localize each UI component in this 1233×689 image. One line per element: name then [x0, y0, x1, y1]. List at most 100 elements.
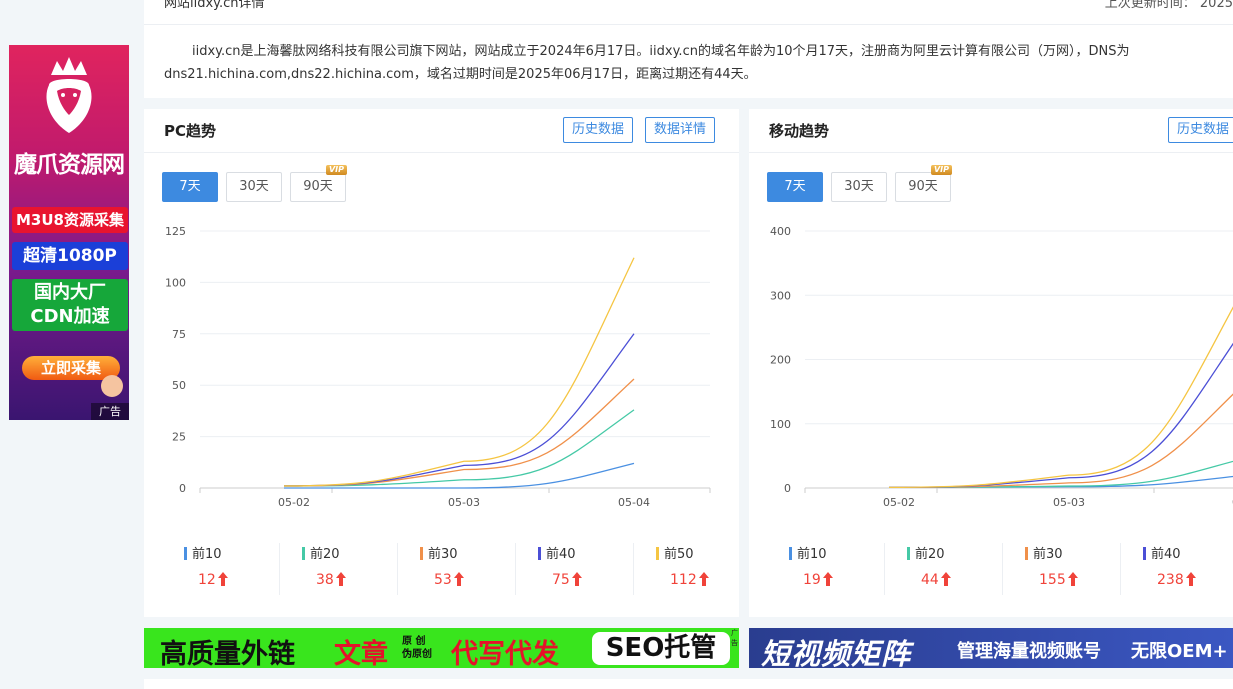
lion-crown-logo-icon [46, 57, 92, 133]
legend-color-bar [538, 547, 541, 560]
ad-cdn-label: 国内大厂 CDN加速 [12, 279, 128, 331]
legend-separator [279, 543, 280, 595]
legend-value-text: 155 [1039, 572, 1066, 588]
video-matrix-banner-ad[interactable]: 短视频矩阵 管理海量视频账号 无限OEM+ [749, 628, 1233, 668]
legend-separator [1120, 543, 1121, 595]
y-tick-label: 125 [165, 225, 186, 238]
mobile-history-button[interactable]: 历史数据 [1168, 117, 1233, 143]
mobile-range-90d-label: 90天 [908, 179, 938, 194]
trend-up-arrow-icon [698, 572, 709, 586]
banner-oem-text: 无限OEM+ [1131, 641, 1228, 662]
legend-name-text: 前40 [546, 547, 576, 562]
legend-value-text: 238 [1157, 572, 1184, 588]
banner-manage-accounts-text: 管理海量视频账号 [957, 641, 1101, 662]
info-divider [144, 24, 1233, 25]
legend-item: 前10 12 [184, 539, 301, 601]
banner-original-top: 原 创 [402, 636, 426, 647]
banner-seo-text: SEO托管 [592, 632, 730, 665]
legend-item: 前30 53 [420, 539, 537, 601]
pc-detail-button[interactable]: 数据详情 [645, 117, 716, 143]
legend-color-bar [656, 547, 659, 560]
y-tick-label: 200 [770, 354, 791, 367]
site-info-panel: 网站iidxy.cn详情 上次更新时间： 2025 iidxy.cn是上海馨肽网… [144, 0, 1233, 98]
banner-article-text: 文章 [334, 639, 388, 668]
y-tick-label: 400 [770, 225, 791, 238]
pc-legend: 前10 12 前20 38 前30 53 前40 75 前50 112 [144, 539, 739, 601]
legend-separator [633, 543, 634, 595]
legend-value-text: 44 [921, 572, 939, 588]
legend-value-text: 75 [552, 572, 570, 588]
mobile-range-30d-tab[interactable]: 30天 [831, 172, 887, 202]
legend-name: 前10 [789, 543, 827, 562]
mobile-range-90d-tab[interactable]: 90天 VIP [895, 165, 952, 202]
left-advertisement[interactable]: 魔爪资源网 M3U8资源采集 超清1080P 国内大厂 CDN加速 立即采集 广… [9, 45, 129, 420]
trend-up-arrow-icon [1185, 572, 1196, 586]
trend-up-arrow-icon [453, 572, 464, 586]
legend-name: 前20 [302, 543, 340, 562]
trend-up-arrow-icon [571, 572, 582, 586]
series-line-前50 [283, 257, 635, 487]
banner-ad-tag: 广告 [731, 629, 738, 647]
site-description: iidxy.cn是上海馨肽网络科技有限公司旗下网站，网站成立于2024年6月17… [164, 44, 1130, 82]
last-update: 上次更新时间： 2025 [1105, 0, 1233, 11]
trend-up-arrow-icon [940, 572, 951, 586]
series-line-前40 [888, 342, 1233, 489]
seo-banner-ad[interactable]: 高质量外链 文章 原 创 伪原创 代写代发 SEO托管 广告 [144, 628, 739, 668]
legend-color-bar [789, 547, 792, 560]
ad-cdn-line1: 国内大厂 [34, 282, 106, 303]
vip-badge: VIP [325, 165, 347, 175]
y-tick-label: 100 [770, 418, 791, 431]
x-tick-label: 05-04 [618, 496, 650, 509]
x-tick-label: 05-03 [1053, 496, 1085, 509]
legend-item: 前40 238 [1143, 539, 1233, 601]
next-section [144, 679, 1233, 689]
legend-color-bar [1143, 547, 1146, 560]
legend-color-bar [1025, 547, 1028, 560]
legend-separator [515, 543, 516, 595]
ad-brand-name: 魔爪资源网 [14, 151, 125, 178]
y-tick-label: 100 [165, 276, 186, 289]
series-line-前30 [283, 378, 635, 487]
legend-name: 前40 [538, 543, 576, 562]
banner-backlinks-text: 高质量外链 [160, 639, 295, 668]
legend-name: 前10 [184, 543, 222, 562]
mobile-range-7d-tab[interactable]: 7天 [767, 172, 823, 202]
legend-value: 112 [670, 572, 709, 588]
legend-value: 75 [552, 572, 582, 588]
pc-range-7d-tab[interactable]: 7天 [162, 172, 218, 202]
pc-trend-panel: PC趋势 历史数据 数据详情 7天 30天 90天 VIP 0 25 50 75 100… [144, 109, 739, 617]
pc-range-30d-tab[interactable]: 30天 [226, 172, 282, 202]
last-update-label: 上次更新时间： [1104, 0, 1196, 11]
legend-item: 前10 19 [789, 539, 906, 601]
legend-value-text: 19 [803, 572, 821, 588]
site-info-heading: 网站iidxy.cn详情 [164, 0, 265, 11]
legend-item: 前50 112 [656, 539, 739, 601]
legend-separator [884, 543, 885, 595]
ad-hd-label: 超清1080P [12, 242, 128, 270]
legend-value-text: 12 [198, 572, 216, 588]
x-tick-label: 05-03 [448, 496, 480, 509]
banner-ghostwrite-text: 代写代发 [451, 639, 559, 668]
legend-separator [1002, 543, 1003, 595]
legend-item: 前20 38 [302, 539, 419, 601]
legend-color-bar [302, 547, 305, 560]
legend-name-text: 前20 [915, 547, 945, 562]
legend-value: 155 [1039, 572, 1078, 588]
legend-name: 前30 [420, 543, 458, 562]
pc-trend-chart: 0 25 50 75 100 125 05-02 05-03 05-04 [165, 225, 711, 509]
legend-name-text: 前40 [1151, 547, 1181, 562]
series-line-前20 [283, 409, 635, 487]
legend-name: 前50 [656, 543, 694, 562]
mobile-trend-chart: 010020030040005-0205-0305 [770, 225, 1233, 509]
panel-divider [749, 152, 1233, 153]
legend-name: 前40 [1143, 543, 1181, 562]
pc-history-button[interactable]: 历史数据 [563, 117, 634, 143]
series-line-前50 [888, 306, 1233, 489]
banner-original-bottom: 伪原创 [402, 649, 432, 660]
x-tick-label: 05-02 [278, 496, 310, 509]
pc-range-90d-tab[interactable]: 90天 VIP [290, 165, 347, 202]
trend-up-arrow-icon [217, 572, 228, 586]
ad-tag: 广告 [91, 403, 129, 420]
legend-name: 前30 [1025, 543, 1063, 562]
legend-name-text: 前10 [192, 547, 222, 562]
